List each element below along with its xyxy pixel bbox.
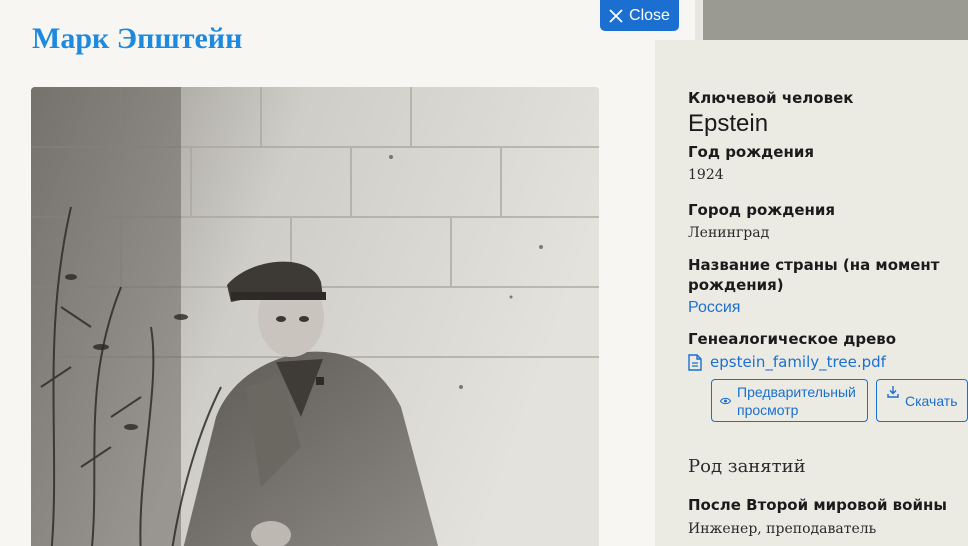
preview-label-line1: Предварительный [737, 383, 856, 400]
photo-image [31, 87, 599, 546]
country-label: Название страны (на момент рождения) [688, 255, 940, 295]
file-icon [688, 353, 702, 371]
birth-city-value: Ленинград [688, 225, 770, 241]
country-value-link[interactable]: Россия [688, 299, 740, 317]
download-label: Скачать [905, 392, 958, 409]
country-label-line1: Название страны (на момент [688, 256, 940, 274]
family-tree-filename[interactable]: epstein_family_tree.pdf [710, 353, 886, 371]
close-button-label: Close [629, 6, 670, 24]
backdrop-divider [695, 0, 703, 40]
family-tree-file[interactable]: epstein_family_tree.pdf [688, 353, 886, 371]
backdrop-area [695, 0, 968, 40]
family-tree-label: Генеалогическое древо [688, 330, 897, 348]
occupation-heading: Род занятий [688, 456, 806, 477]
birth-city-label: Город рождения [688, 201, 836, 219]
key-person-value: Epstein [688, 110, 769, 137]
birth-year-label: Год рождения [688, 143, 814, 161]
postwar-value: Инженер, преподаватель [688, 521, 877, 537]
country-label-line2: рождения) [688, 276, 784, 294]
download-button[interactable]: Скачать [876, 379, 968, 422]
preview-button[interactable]: Предварительный просмотр [711, 379, 868, 422]
download-icon [887, 386, 899, 398]
key-person-label: Ключевой человек [688, 89, 854, 107]
close-button[interactable]: Close [600, 0, 679, 31]
postwar-label: После Второй мировой войны [688, 496, 947, 514]
eye-icon [720, 397, 731, 404]
preview-label-line2: просмотр [737, 401, 799, 418]
portrait-photo[interactable] [31, 87, 599, 546]
birth-year-value: 1924 [688, 167, 724, 183]
close-icon [609, 8, 623, 23]
page-title: Марк Эпштейн [32, 22, 243, 55]
